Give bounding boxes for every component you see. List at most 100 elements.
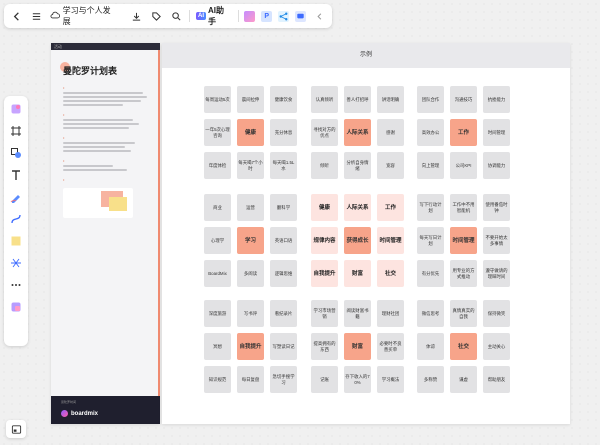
mandala-cell[interactable]: 年度体检	[204, 152, 231, 179]
mandala-cell[interactable]: 寻找对方的优点	[311, 119, 338, 146]
mandala-cell[interactable]: 遵守做请的理睬时间	[483, 260, 510, 287]
shape-icon[interactable]	[9, 146, 23, 160]
mandala-cell[interactable]: 感谢	[377, 119, 404, 146]
mandala-cell[interactable]: 财富	[344, 260, 371, 287]
mandala-cell[interactable]: 充分休息	[270, 119, 297, 146]
template-icon[interactable]	[9, 102, 23, 116]
text-icon[interactable]	[9, 168, 23, 182]
mandala-cell[interactable]: 晨间拉伸	[237, 86, 264, 113]
mandala-cell[interactable]: 急切手搜学习	[270, 366, 297, 393]
mandala-cell[interactable]: 商业	[204, 194, 231, 221]
mandala-cell[interactable]: 主动关心	[483, 333, 510, 360]
mandala-cell[interactable]: 多称赞	[417, 366, 444, 393]
mandala-center-cell[interactable]: 社交	[450, 333, 477, 360]
menu-icon[interactable]	[30, 9, 44, 23]
mandala-center-cell[interactable]: 工作	[450, 119, 477, 146]
mandala-cell[interactable]: 使用番茄时钟	[483, 194, 510, 221]
mandala-center-cell[interactable]: 时间管理	[450, 227, 477, 254]
mandala-cell[interactable]: 向上管理	[417, 152, 444, 179]
mandala-cell[interactable]: 规律内容	[311, 227, 338, 254]
mandala-cell[interactable]: 知识规范	[204, 366, 231, 393]
mandala-cell[interactable]: 体谅	[417, 333, 444, 360]
mandala-cell[interactable]: 自我提升	[311, 260, 338, 287]
mandala-center-cell[interactable]: 学习	[237, 227, 264, 254]
mandala-cell[interactable]: 多阅读	[237, 260, 264, 287]
mandala-cell[interactable]: 高效办公	[417, 119, 444, 146]
mandala-cell[interactable]: 学习市场营销	[311, 300, 338, 327]
mandala-cell[interactable]: 社交	[377, 260, 404, 287]
planner-document[interactable]: 活动 曼陀罗计划表 • • • • • 曼陀罗时间 boardmix	[51, 43, 160, 424]
mandala-cell[interactable]: 时间管理	[483, 119, 510, 146]
image-icon[interactable]	[244, 10, 256, 22]
collapse-toolbar-icon[interactable]	[312, 9, 326, 23]
presentation-icon[interactable]: P	[261, 10, 273, 22]
mandala-cell[interactable]: 保持微笑	[483, 300, 510, 327]
mandala-cell[interactable]: 每天喝1.5L水	[270, 152, 297, 179]
back-icon[interactable]	[10, 9, 24, 23]
share-icon[interactable]	[278, 10, 290, 22]
apps-icon[interactable]	[9, 300, 23, 314]
tag-icon[interactable]	[149, 9, 163, 23]
mandala-cell[interactable]: 讲话明确	[377, 86, 404, 113]
mandala-cell[interactable]: BoardMix	[204, 260, 231, 287]
mandala-cell[interactable]: 微信思考	[417, 300, 444, 327]
ai-assistant-button[interactable]: AI AI助手	[196, 5, 232, 27]
mandala-cell[interactable]: 人际关系	[344, 194, 371, 221]
minimap-button[interactable]	[6, 420, 26, 438]
mandala-cell[interactable]: 工作中不用智能机	[450, 194, 477, 221]
mandala-cell[interactable]: 冥想	[204, 333, 231, 360]
mandala-cell[interactable]: 时间管理	[377, 227, 404, 254]
frame-icon[interactable]	[9, 124, 23, 138]
mandala-cell[interactable]: 必要时不良善买单	[377, 333, 404, 360]
mandala-cell[interactable]: 不要开始太多事情	[483, 227, 510, 254]
mandala-cell[interactable]: 理财社团	[377, 300, 404, 327]
document-title[interactable]: 学习与个人发展	[50, 5, 118, 27]
mandala-cell[interactable]: 写下行动计划	[417, 194, 444, 221]
mandala-cell[interactable]: 提高拥有的东西	[311, 333, 338, 360]
mandala-cell[interactable]: 阅读财富书籍	[344, 300, 371, 327]
mandala-cell[interactable]: 健康饮食	[270, 86, 297, 113]
mandala-cell[interactable]: 运营	[237, 194, 264, 221]
mandala-cell[interactable]: 每周运动5次	[204, 86, 231, 113]
mandala-cell[interactable]: 深度旅游	[204, 300, 231, 327]
mandala-cell[interactable]: 健康	[311, 194, 338, 221]
mandala-center-cell[interactable]: 人际关系	[344, 119, 371, 146]
search-icon[interactable]	[169, 9, 183, 23]
mandala-cell[interactable]: 倾听	[311, 152, 338, 179]
mindmap-icon[interactable]	[9, 256, 23, 270]
mandala-cell[interactable]: 写书评	[237, 300, 264, 327]
download-icon[interactable]	[130, 9, 144, 23]
mandala-center-cell[interactable]: 自我提升	[237, 333, 264, 360]
mandala-cell[interactable]: 看纪录片	[270, 300, 297, 327]
mandala-cell[interactable]: 分析自身情绪	[344, 152, 371, 179]
mandala-cell[interactable]: 写塑读日记	[270, 333, 297, 360]
mandala-cell[interactable]: 记账	[311, 366, 338, 393]
mandala-cell[interactable]: 协调能力	[483, 152, 510, 179]
mandala-cell[interactable]: 每天喝7个小时	[237, 152, 264, 179]
mandala-center-cell[interactable]: 健康	[237, 119, 264, 146]
sticky-note-icon[interactable]	[9, 234, 23, 248]
mandala-cell[interactable]: 真情真实的自我	[450, 300, 477, 327]
mandala-cell[interactable]: 一年5次心理咨询	[204, 119, 231, 146]
comment-icon[interactable]	[295, 10, 307, 22]
mandala-cell[interactable]: 抗挫能力	[483, 86, 510, 113]
mandala-cell[interactable]: 每天写日计划	[417, 227, 444, 254]
mandala-cell[interactable]: 沟通技巧	[450, 86, 477, 113]
mandala-cell[interactable]: 有分优先	[417, 260, 444, 287]
mandala-center-cell[interactable]: 获得成长	[344, 227, 371, 254]
mandala-cell[interactable]: 逻辑思维	[270, 260, 297, 287]
pen-icon[interactable]	[9, 190, 23, 204]
mandala-center-cell[interactable]: 财富	[344, 333, 371, 360]
mandala-cell[interactable]: 心理学	[204, 227, 231, 254]
example-board[interactable]: 示例 每周运动5次 晨间拉伸 健康饮食 一年5次心理咨询 健康 充分休息 年度体检 每天喝7个…	[162, 43, 570, 424]
mandala-cell[interactable]: 每日复盘	[237, 366, 264, 393]
mandala-cell[interactable]: 翻科学	[270, 194, 297, 221]
more-tools-icon[interactable]	[9, 278, 23, 292]
connector-icon[interactable]	[9, 212, 23, 226]
mandala-cell[interactable]: 宽容	[377, 152, 404, 179]
mandala-cell[interactable]: 公司KPI	[450, 152, 477, 179]
mandala-cell[interactable]: 团队合作	[417, 86, 444, 113]
mandala-cell[interactable]: 帮助朋友	[483, 366, 510, 393]
mandala-cell[interactable]: 谦虚	[450, 366, 477, 393]
mandala-cell[interactable]: 认真倾听	[311, 86, 338, 113]
